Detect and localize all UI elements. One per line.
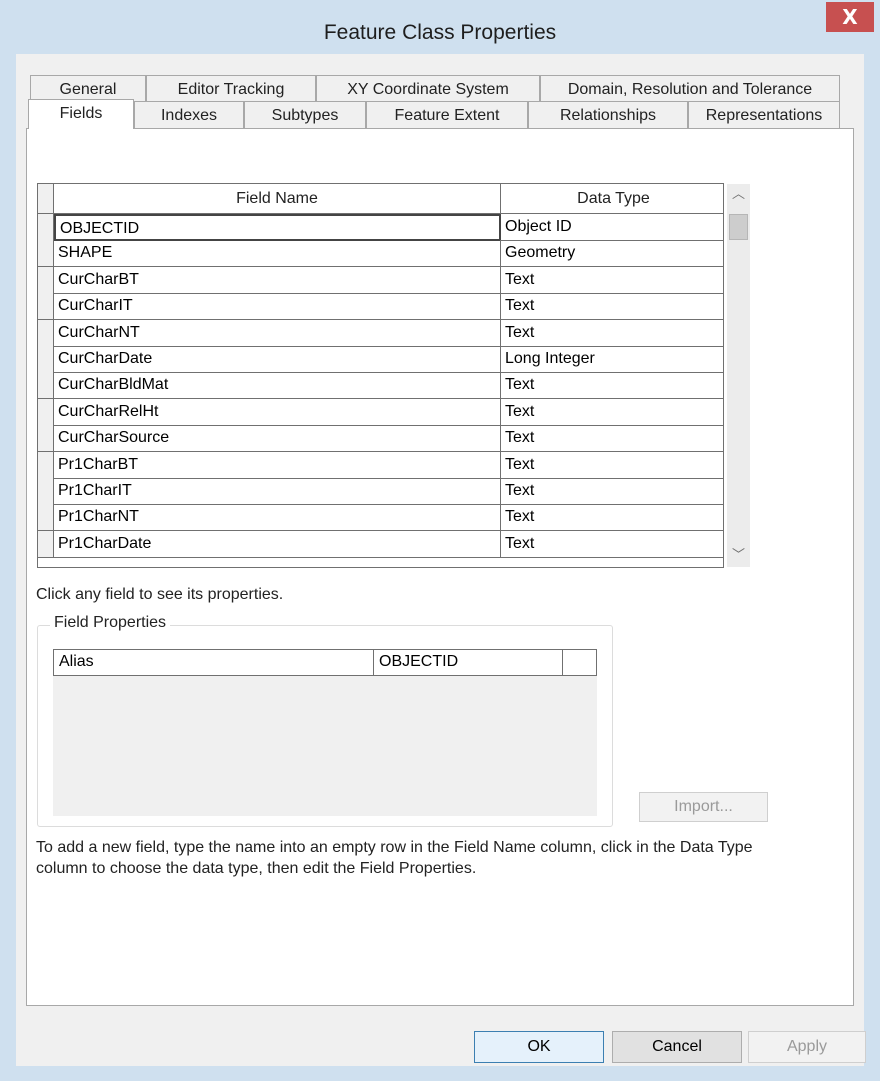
row-selector[interactable] — [38, 504, 54, 531]
data-type-cell[interactable]: Text — [501, 504, 723, 531]
data-type-cell[interactable]: Text — [501, 267, 723, 294]
table-row[interactable]: CurCharIT Text — [38, 293, 723, 320]
tab-representations[interactable]: Representations — [688, 101, 840, 129]
row-selector[interactable] — [38, 478, 54, 505]
feature-class-properties-dialog: Feature Class Properties X General Edito… — [0, 0, 880, 1081]
field-name-cell[interactable]: Pr1CharBT — [54, 452, 501, 479]
row-selector[interactable] — [38, 425, 54, 452]
field-name-cell[interactable]: CurCharDate — [54, 346, 501, 373]
field-name-cell[interactable]: OBJECTID — [54, 214, 501, 241]
field-name-cell[interactable]: CurCharRelHt — [54, 399, 501, 426]
tab-relationships[interactable]: Relationships — [528, 101, 688, 129]
row-selector[interactable] — [38, 214, 54, 241]
tab-domain-resolution-tolerance[interactable]: Domain, Resolution and Tolerance — [540, 75, 840, 103]
window-title: Feature Class Properties — [323, 21, 557, 44]
data-type-cell[interactable]: Text — [501, 425, 723, 452]
table-row[interactable]: CurCharSource Text — [38, 425, 723, 452]
table-row[interactable]: CurCharRelHt Text — [38, 399, 723, 426]
tab-editor-tracking[interactable]: Editor Tracking — [146, 75, 316, 103]
property-label: Alias — [54, 650, 374, 675]
table-row[interactable]: CurCharDate Long Integer — [38, 346, 723, 373]
field-name-cell[interactable]: CurCharIT — [54, 293, 501, 320]
table-row[interactable]: Pr1CharIT Text — [38, 478, 723, 505]
field-name-cell[interactable]: CurCharBldMat — [54, 372, 501, 399]
data-type-cell[interactable]: Text — [501, 372, 723, 399]
property-value[interactable]: OBJECTID — [374, 650, 563, 675]
row-selector[interactable] — [38, 399, 54, 426]
data-type-cell[interactable]: Text — [501, 399, 723, 426]
data-type-cell[interactable]: Text — [501, 293, 723, 320]
data-type-cell[interactable]: Geometry — [501, 240, 723, 267]
chevron-up-icon[interactable]: ︿ — [727, 184, 750, 206]
close-button[interactable]: X — [826, 2, 874, 32]
tab-feature-extent[interactable]: Feature Extent — [366, 101, 528, 129]
tab-fields[interactable]: Fields — [28, 99, 134, 129]
cancel-button[interactable]: Cancel — [612, 1031, 742, 1063]
data-type-cell[interactable]: Text — [501, 320, 723, 347]
row-selector[interactable] — [38, 452, 54, 479]
row-selector[interactable] — [38, 267, 54, 294]
table-row[interactable]: Pr1CharNT Text — [38, 504, 723, 531]
data-type-cell[interactable]: Text — [501, 531, 723, 558]
chevron-down-icon[interactable]: ﹀ — [727, 545, 750, 567]
row-selector[interactable] — [38, 240, 54, 267]
row-selector[interactable] — [38, 320, 54, 347]
table-row[interactable]: Pr1CharDate Text — [38, 531, 723, 558]
table-row[interactable]: SHAPE Geometry — [38, 240, 723, 267]
table-row[interactable]: CurCharBT Text — [38, 267, 723, 294]
field-name-cell[interactable]: Pr1CharNT — [54, 504, 501, 531]
import-button[interactable]: Import... — [639, 792, 768, 822]
data-type-cell[interactable]: Object ID — [501, 214, 723, 241]
column-header-data-type[interactable]: Data Type — [501, 184, 723, 214]
field-name-cell[interactable]: Pr1CharIT — [54, 478, 501, 505]
data-type-cell[interactable]: Text — [501, 478, 723, 505]
field-name-cell[interactable]: SHAPE — [54, 240, 501, 267]
field-properties-grid: Alias OBJECTID — [53, 649, 597, 816]
data-type-cell[interactable]: Long Integer — [501, 346, 723, 373]
grid-header: Field Name Data Type — [38, 184, 723, 214]
field-hint-text: Click any field to see its properties. — [36, 586, 284, 603]
row-selector[interactable] — [38, 372, 54, 399]
field-name-cell[interactable]: CurCharBT — [54, 267, 501, 294]
field-name-cell[interactable]: CurCharSource — [54, 425, 501, 452]
data-type-cell[interactable]: Text — [501, 452, 723, 479]
fields-grid: Field Name Data Type OBJECTID Object ID SH… — [37, 183, 724, 568]
row-selector[interactable] — [38, 293, 54, 320]
table-row[interactable]: Pr1CharBT Text — [38, 452, 723, 479]
field-name-cell[interactable]: CurCharNT — [54, 320, 501, 347]
scrollbar-thumb[interactable] — [729, 214, 748, 240]
tab-subtypes[interactable]: Subtypes — [244, 101, 366, 129]
property-row[interactable]: Alias OBJECTID — [53, 649, 597, 676]
tab-xy-coordinate-system[interactable]: XY Coordinate System — [316, 75, 540, 103]
row-selector[interactable] — [38, 346, 54, 373]
grid-vertical-scrollbar[interactable]: ︿ ﹀ — [727, 184, 750, 567]
field-properties-title: Field Properties — [50, 614, 171, 632]
field-name-cell[interactable]: Pr1CharDate — [54, 531, 501, 558]
table-row[interactable]: CurCharBldMat Text — [38, 372, 723, 399]
instructions-text: To add a new field, type the name into a… — [36, 839, 753, 877]
column-header-field-name[interactable]: Field Name — [54, 184, 501, 214]
header-selector-cell — [38, 184, 54, 214]
ok-button[interactable]: OK — [474, 1031, 604, 1063]
tab-indexes[interactable]: Indexes — [134, 101, 244, 129]
row-selector[interactable] — [38, 531, 54, 558]
table-row[interactable]: CurCharNT Text — [38, 320, 723, 347]
table-row[interactable]: OBJECTID Object ID — [38, 214, 723, 241]
apply-button[interactable]: Apply — [748, 1031, 866, 1063]
